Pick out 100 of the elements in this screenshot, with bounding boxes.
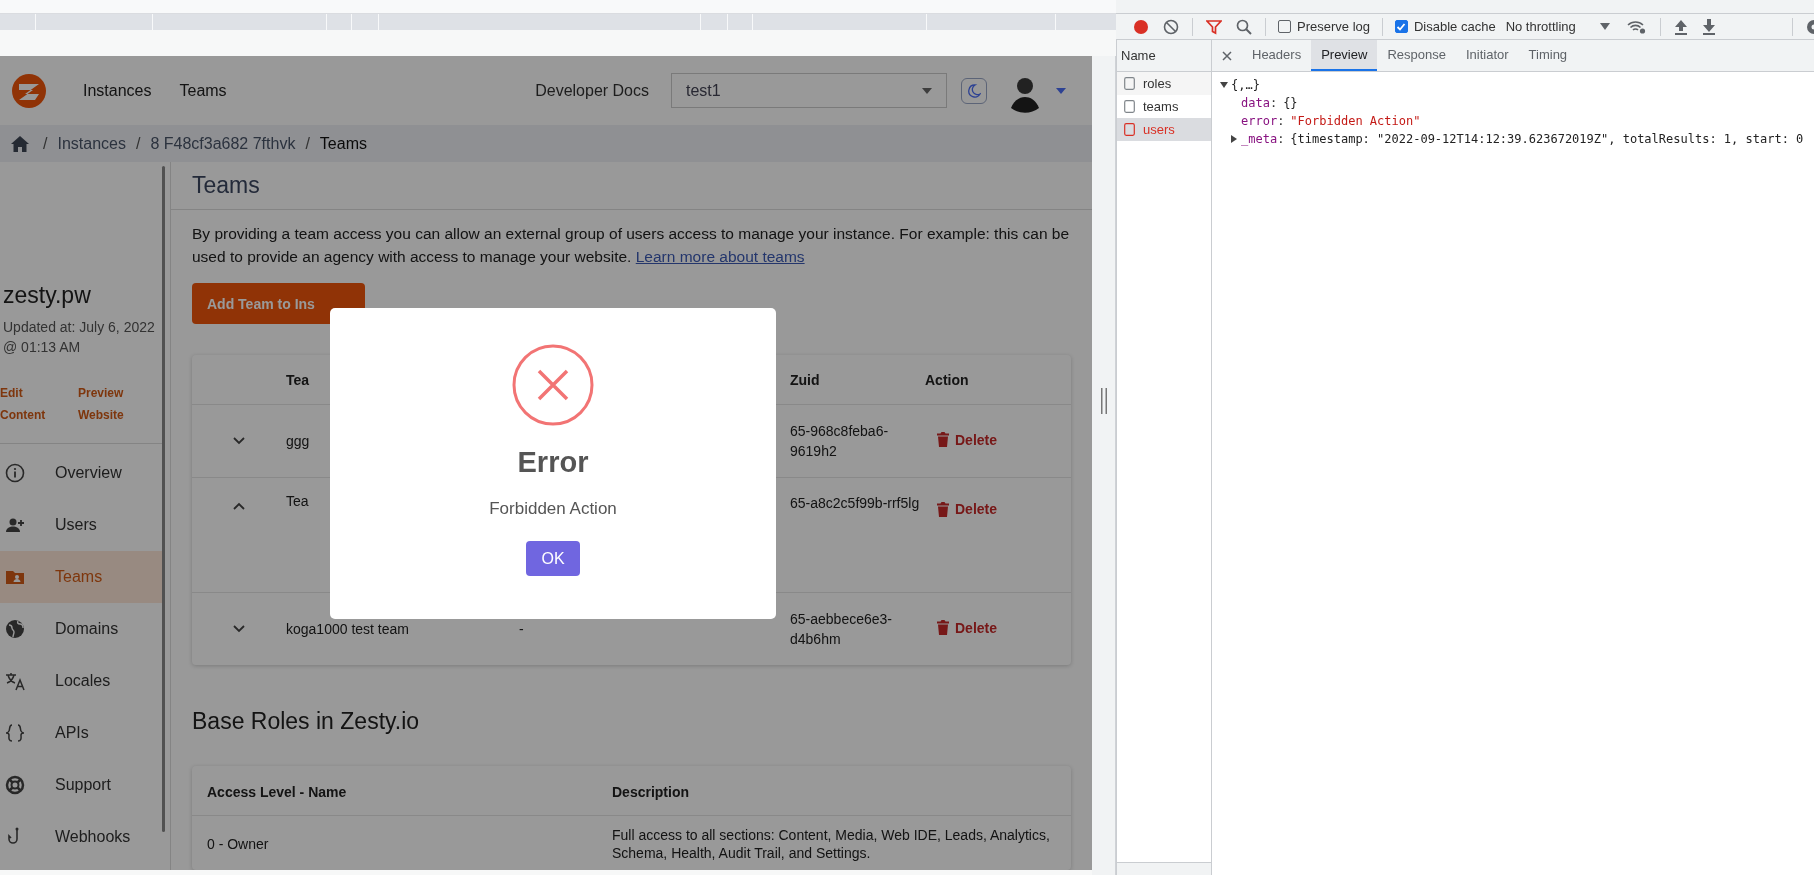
- globe-icon: [5, 619, 25, 639]
- json-key: _meta: [1241, 132, 1278, 146]
- json-key: error: [1241, 114, 1278, 128]
- instance-select[interactable]: test1: [671, 73, 947, 108]
- caret-icon: [1056, 87, 1066, 94]
- document-icon: [1124, 77, 1135, 90]
- page-title: Teams: [192, 172, 260, 199]
- sidebar-item[interactable]: Overview: [0, 447, 162, 499]
- column-header: Name: [1117, 40, 1211, 72]
- json-value: "Forbidden Action": [1290, 114, 1421, 128]
- json-colon: :: [1269, 96, 1278, 110]
- sidebar-item[interactable]: Users: [0, 499, 162, 551]
- chevron-down-icon[interactable]: [233, 625, 245, 633]
- table-cell-text: 65-aebbece6e3-d4b6hm: [790, 610, 893, 649]
- info-icon: [5, 463, 25, 483]
- settings-icon[interactable]: [1805, 17, 1814, 36]
- caret-icon: [922, 87, 932, 94]
- document-icon: [1124, 123, 1135, 136]
- instance-name: zesty.pw: [2, 282, 92, 309]
- ok-button[interactable]: OK: [526, 541, 580, 576]
- json-key: data: [1241, 96, 1270, 110]
- throttling-dropdown[interactable]: No throttling: [1505, 19, 1610, 34]
- panel-tab[interactable]: Timing: [1518, 40, 1578, 71]
- theme-toggle-button[interactable]: [961, 77, 987, 104]
- sidebar-item[interactable]: Support: [0, 759, 162, 811]
- expand-triangle-icon[interactable]: [1220, 81, 1228, 89]
- developer-docs-link[interactable]: Developer Docs: [535, 81, 649, 100]
- table-cell-text: 0 - Owner: [206, 836, 270, 852]
- breadcrumb-link[interactable]: Teams: [319, 134, 367, 153]
- description-text: By providing a team access you can allow an external group of users access to manage your instance. For example: this can be used to provide an agency with access to manage your website. Learn more about teams: [192, 224, 1071, 267]
- sidebar-item[interactable]: APIs: [0, 707, 162, 759]
- section-title: Base Roles in Zesty.io: [192, 708, 421, 735]
- trash-icon: [937, 501, 949, 517]
- caret-icon: [1599, 23, 1610, 30]
- delete-button[interactable]: Delete: [937, 501, 998, 517]
- column-header: Access Level - Name: [206, 783, 348, 800]
- delete-button[interactable]: Delete: [937, 619, 998, 636]
- checkbox-label: Disable cache: [1414, 19, 1496, 34]
- sidebar-item[interactable]: Webhooks: [0, 811, 162, 863]
- trash-icon: [937, 620, 949, 636]
- table-cell-text: -: [519, 621, 525, 637]
- logo-icon: [11, 72, 47, 109]
- breadcrumb-link[interactable]: Instances: [57, 134, 126, 153]
- delete-button[interactable]: Delete: [937, 431, 998, 448]
- filter-icon[interactable]: [1206, 18, 1222, 35]
- upload-icon[interactable]: [1673, 18, 1688, 35]
- table-cell-text: 65-968c8feba6-9619h2: [790, 422, 890, 461]
- download-icon[interactable]: [1701, 18, 1716, 35]
- panel-tab[interactable]: Response: [1377, 40, 1456, 71]
- error-icon: [512, 344, 594, 426]
- sidebar-link[interactable]: Edit Content: [0, 382, 70, 426]
- panel-tab[interactable]: Headers: [1242, 40, 1312, 71]
- collapse-triangle-icon[interactable]: [1230, 135, 1238, 143]
- column-header: Action: [925, 371, 970, 388]
- home-icon[interactable]: [11, 135, 29, 152]
- updated-text: Updated at: July 6, 2022 @ 01:13 AM: [2, 318, 156, 357]
- column-header: Zuid: [790, 370, 821, 390]
- json-colon: :: [1277, 132, 1285, 146]
- json-root: {,…}: [1231, 78, 1260, 92]
- breadcrumb-separator: /: [135, 134, 141, 153]
- request-row[interactable]: teams: [1117, 95, 1211, 118]
- json-value: {timestamp: "2022-09-12T14:12:39.623672019Z", totalResults: 1, start: 0: [1290, 132, 1804, 146]
- close-icon[interactable]: [1222, 50, 1232, 61]
- chevron-down-icon[interactable]: [233, 437, 245, 445]
- sidebar-item[interactable]: Locales: [0, 655, 162, 707]
- json-colon: :: [1277, 114, 1285, 128]
- dialog-title: Error: [517, 446, 589, 479]
- lifebuoy-icon: [5, 775, 25, 795]
- trash-icon: [937, 432, 949, 448]
- record-icon[interactable]: [1133, 18, 1149, 35]
- json-value: {}: [1283, 96, 1298, 110]
- chevron-up-icon[interactable]: [233, 502, 245, 510]
- column-header: Description: [612, 782, 690, 801]
- braces-icon: [5, 723, 25, 743]
- checkbox[interactable]: [1395, 20, 1408, 33]
- learn-more-link[interactable]: Learn more about teams: [635, 248, 805, 265]
- table-cell-text: 65-a8c2c5f99b-rrf5lg: [790, 494, 921, 513]
- breadcrumb-separator: /: [43, 134, 48, 153]
- nav-link[interactable]: Instances: [83, 81, 152, 100]
- splitter-handle-icon: [1100, 387, 1107, 414]
- nav-link[interactable]: Teams: [179, 81, 227, 100]
- panel-tab[interactable]: Preview: [1311, 40, 1378, 71]
- sidebar-item[interactable]: Domains: [0, 603, 162, 655]
- panel-tab[interactable]: Initiator: [1455, 40, 1519, 71]
- wifi-settings-icon[interactable]: [1626, 18, 1647, 35]
- search-icon[interactable]: [1236, 18, 1252, 35]
- translate-icon: [5, 671, 25, 691]
- breadcrumb-link[interactable]: 8 F48cf3a682 7fthvk: [150, 134, 296, 153]
- dialog-message: Forbidden Action: [489, 499, 617, 519]
- sidebar-link[interactable]: Preview Website: [78, 382, 148, 426]
- table-cell-text: Full access to all sections: Content, Media, Web IDE, Leads, Analytics, Schema, Health, Audit Trail, and Settings.: [612, 826, 1051, 862]
- request-row[interactable]: users: [1117, 118, 1211, 141]
- column-header: Tea: [286, 371, 311, 388]
- request-row[interactable]: roles: [1117, 72, 1211, 95]
- checkbox-label: Preserve log: [1297, 19, 1370, 34]
- table-cell-text: koga1000 test team: [286, 621, 410, 637]
- clear-icon[interactable]: [1163, 18, 1179, 35]
- checkbox[interactable]: [1278, 20, 1291, 33]
- document-icon: [1124, 100, 1135, 113]
- table-cell-text: ggg: [286, 433, 311, 449]
